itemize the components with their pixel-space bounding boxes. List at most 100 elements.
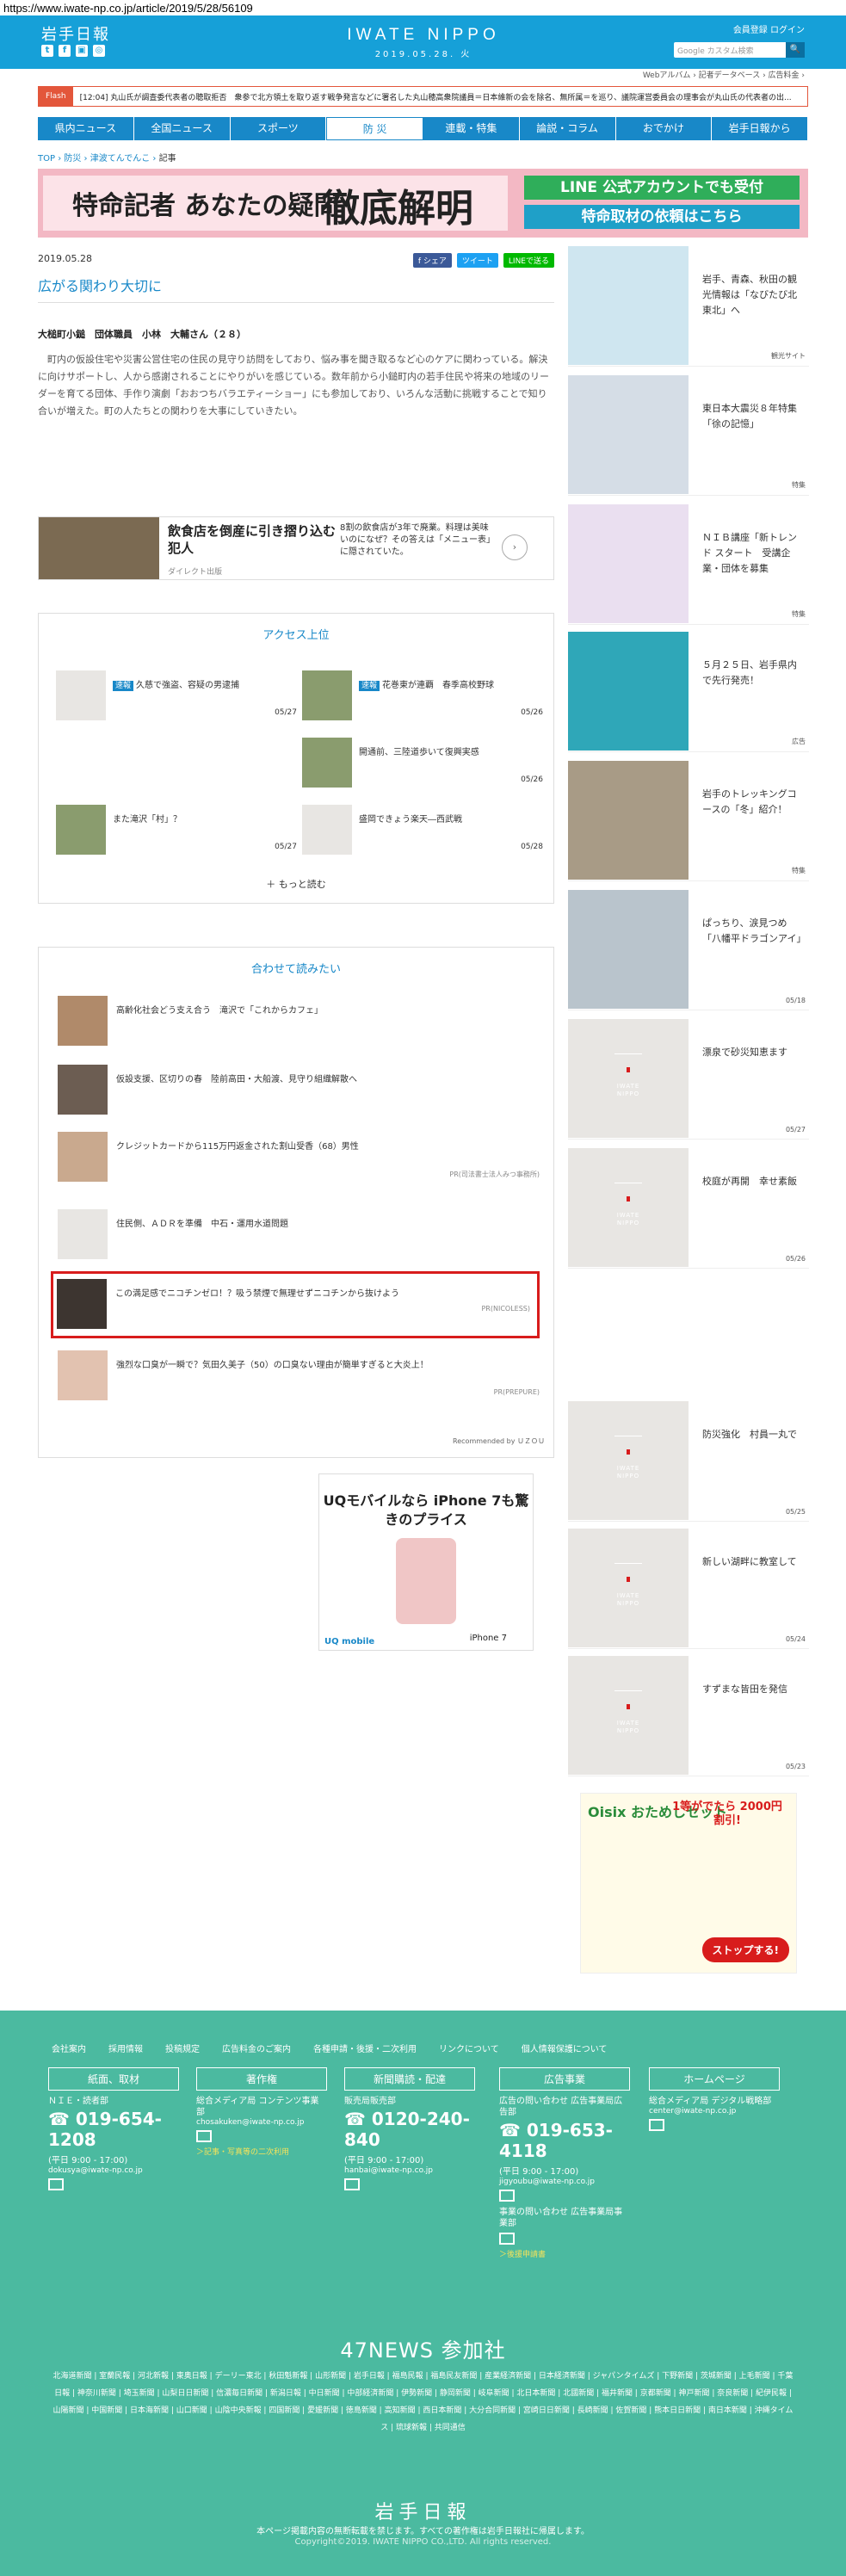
line-icon[interactable]: ▣ <box>76 45 88 57</box>
sidebar-item-title: 岩手のトレッキングコースの「冬」紹介！ <box>702 788 797 815</box>
email[interactable]: center@iwate-np.co.jp <box>649 2107 780 2116</box>
crumb-disaster[interactable]: 防災 <box>64 154 81 164</box>
footer-link[interactable]: 投稿規定 <box>165 2042 200 2054</box>
footer-col-heading[interactable]: 広告事業 <box>499 2067 630 2091</box>
access-item[interactable]: 開通前、三陸道歩いて復興実感 05/26 <box>302 738 552 789</box>
footer-link[interactable]: 採用情報 <box>108 2042 143 2054</box>
mail-icon[interactable] <box>344 2178 360 2190</box>
crumb-tsunami[interactable]: 津波てんでんこ <box>90 154 151 164</box>
sidebar-thumbnail: IWATE NIPPO <box>568 1148 689 1267</box>
more-button[interactable]: ＋ もっと読む <box>39 877 553 891</box>
search-button[interactable]: 🔍 <box>786 42 805 58</box>
sponsorship-link[interactable]: ＞後援申請書 <box>499 2248 630 2259</box>
access-item[interactable]: また滝沢「村」？ 05/27 <box>56 805 306 856</box>
article-byline: 大槌町小鎚 団体職員 小林 大輔さん（２８） <box>38 329 246 340</box>
site-logo[interactable]: 岩手日報 <box>41 22 110 45</box>
oisix-ad[interactable]: Oisix おためしセット 1等がでたら 2000円割引! ストップする! <box>580 1793 797 1974</box>
sidebar-item[interactable]: ５月２５日、岩手県内で先行発売！ 広告 <box>568 632 809 752</box>
related-item[interactable]: クレジットカードから115万円返金された割山受香（68）男性 PR(司法書士法人… <box>58 1132 540 1185</box>
address-bar[interactable]: https://www.iwate-np.co.jp/article/2019/… <box>0 0 846 15</box>
facebook-icon[interactable]: f <box>59 45 71 57</box>
footer-col-heading[interactable]: ホームページ <box>649 2067 780 2091</box>
nav-editorial[interactable]: 論説・コラム <box>520 117 616 140</box>
sidebar-item[interactable]: IWATE NIPPO 漂泉で砂災知恵ます 05/27 <box>568 1019 809 1140</box>
access-item[interactable]: 速報 花巻東が連覇 春季高校野球 05/26 <box>302 670 552 722</box>
brand[interactable]: IWATE NIPPO 2019.05.28. 火 <box>337 26 509 59</box>
sidebar-item[interactable]: 岩手、青森、秋田の観光情報は「なびたび北東北」へ 観光サイト <box>568 246 809 367</box>
access-item-title: 速報 花巻東が連覇 春季高校野球 <box>359 677 494 691</box>
sidebar-thumbnail <box>568 375 689 494</box>
mail-icon[interactable] <box>499 2233 515 2245</box>
twitter-icon[interactable]: t <box>41 45 53 57</box>
email[interactable]: jigyoubu@iwate-np.co.jp <box>499 2178 630 2186</box>
related-item[interactable]: この満足感でニコチンゼロ！？吸う禁煙で無理せずニコチンから抜けよう PR(NIC… <box>57 1279 530 1332</box>
nav-national[interactable]: 全国ニュース <box>134 117 231 140</box>
mail-icon[interactable] <box>196 2130 212 2142</box>
crumb-top[interactable]: TOP <box>38 154 55 164</box>
recommended-by[interactable]: Recommended by ＵＺＯＵ <box>453 1436 545 1446</box>
search-input[interactable]: Google カスタム検索 <box>674 42 786 58</box>
footer-link[interactable]: 個人情報保護について <box>522 2042 608 2054</box>
banner-line-button[interactable]: LINE 公式アカウントでも受付 <box>524 176 800 200</box>
footer-link[interactable]: 広告料金のご案内 <box>222 2042 291 2054</box>
sub-links[interactable]: Webアルバム › 記者データベース › 広告料金 › <box>643 69 805 80</box>
sidebar-thumbnail <box>568 504 689 623</box>
nav-outing[interactable]: おでかけ <box>616 117 713 140</box>
sidebar-item[interactable]: ＮＩＢ講座「新トレンド スタート 受講企業・団体を募集 特集 <box>568 504 809 625</box>
footer-link[interactable]: 会社案内 <box>52 2042 86 2054</box>
footer-link[interactable]: リンクについて <box>439 2042 499 2054</box>
banner-request-button[interactable]: 特命取材の依頼はこちら <box>524 205 800 229</box>
nav-series[interactable]: 連載・特集 <box>423 117 520 140</box>
sidebar-item[interactable]: IWATE NIPPO 校庭が再開 幸せ素飯 05/26 <box>568 1148 809 1269</box>
nav-disaster[interactable]: 防 災 <box>326 117 423 140</box>
email[interactable]: hanbai@iwate-np.co.jp <box>344 2166 475 2175</box>
phone-number: ☎ 0120-240-840 <box>344 2109 470 2150</box>
highlighted-item[interactable]: この満足感でニコチンゼロ！？吸う禁煙で無理せずニコチンから抜けよう PR(NIC… <box>51 1271 540 1338</box>
mail-icon[interactable] <box>48 2178 64 2190</box>
sidebar-item[interactable]: IWATE NIPPO すずまな皆田を発信 05/23 <box>568 1656 809 1776</box>
facebook-share-button[interactable]: f シェア <box>412 253 452 268</box>
placeholder-logo: IWATE NIPPO <box>608 1436 649 1487</box>
breadcrumb: TOP › 防災 › 津波てんでんこ › 記事 <box>38 151 176 164</box>
sidebar-item[interactable]: 岩手のトレッキングコースの「冬」紹介！ 特集 <box>568 761 809 881</box>
native-ad[interactable]: 飲食店を倒産に引き摺り込む犯人 ダイレクト出版 8割の飲食店が3年で廃業。料理は… <box>38 516 554 580</box>
stop-button[interactable]: ストップする! <box>701 1937 789 1962</box>
article-thumbnail <box>302 670 352 720</box>
sidebar-item[interactable]: IWATE NIPPO 防災強化 村員一丸で 05/25 <box>568 1401 809 1522</box>
related-item[interactable]: 強烈な口臭が一瞬で？気田久美子（50）の口臭ない理由が簡単すぎると大炎上！ PR… <box>58 1350 540 1404</box>
footer-col-heading[interactable]: 著作権 <box>196 2067 327 2091</box>
sidebar-item[interactable]: IWATE NIPPO 新しい湖畔に教室して 05/24 <box>568 1529 809 1649</box>
partner-papers[interactable]: 北海道新聞 | 室蘭民報 | 河北新報 | 東奥日報 | デーリー東北 | 秋田… <box>52 2368 794 2437</box>
instagram-icon[interactable]: ◎ <box>93 45 105 57</box>
chevron-right-icon[interactable]: › <box>502 534 528 560</box>
promo-banner[interactable]: 特命記者 あなたの疑問 徹底解明 LINE 公式アカウントでも受付 特命取材の依… <box>38 169 808 238</box>
mail-icon[interactable] <box>649 2119 664 2131</box>
related-item[interactable]: 高齢化社会どう支え合う 滝沢で「これからカフェ」 <box>58 996 540 1049</box>
nav-prefecture[interactable]: 県内ニュース <box>38 117 134 140</box>
sidebar-item[interactable]: ぱっちり、涙見つめ 「八幡平ドラゴンアイ」 05/18 <box>568 890 809 1010</box>
sidebar-item[interactable]: 東日本大震災８年特集「徐の記憶」 特集 <box>568 375 809 496</box>
footer-link[interactable]: 各種申請・後援・二次利用 <box>313 2042 417 2054</box>
mail-icon[interactable] <box>499 2190 515 2202</box>
footer-col-heading[interactable]: 新聞購読・配達 <box>344 2067 475 2091</box>
access-item[interactable]: 速報 久慈で強盗、容疑の男逮捕 05/27 <box>56 670 306 722</box>
related-item[interactable]: 住民側、ＡＤＲを準備 中石・運用水道問題 <box>58 1209 540 1263</box>
site-header: 岩手日報 t f ▣ ◎ IWATE NIPPO 2019.05.28. 火 会… <box>0 15 846 69</box>
email[interactable]: chosakuken@iwate-np.co.jp <box>196 2118 327 2127</box>
banner-left-text: 特命記者 あなたの疑問 <box>72 191 340 221</box>
access-item[interactable]: 盛岡できょう楽天―西武戦 05/28 <box>302 805 552 856</box>
sidebar-item-tag: 広告 <box>792 738 806 745</box>
uq-ad[interactable]: UQモバイルなら iPhone 7も驚きのプライス UQ mobile iPho… <box>318 1473 534 1651</box>
email[interactable]: dokusya@iwate-np.co.jp <box>48 2166 179 2175</box>
tweet-button[interactable]: ツイート <box>456 253 498 268</box>
nav-sports[interactable]: スポーツ <box>231 117 327 140</box>
account-links[interactable]: 会員登録 ログイン <box>674 22 805 35</box>
line-share-button[interactable]: LINEで送る <box>503 253 554 268</box>
related-item[interactable]: 仮設支援、区切りの春 陸前高田・大船渡、見守り組織解散へ <box>58 1065 540 1118</box>
nav-from-nippo[interactable]: 岩手日報から <box>712 117 808 140</box>
footer-logo[interactable]: 岩手日報 <box>0 2497 846 2524</box>
flash-news[interactable]: Flash [12:04] 丸山氏が調査委代表者の聴取拒否 衆参で北方領土を取り… <box>38 86 808 107</box>
footer-col-heading[interactable]: 紙面、取材 <box>48 2067 179 2091</box>
secondary-use-link[interactable]: ＞記事・写真等の二次利用 <box>196 2146 327 2157</box>
article-thumbnail <box>58 1209 108 1259</box>
